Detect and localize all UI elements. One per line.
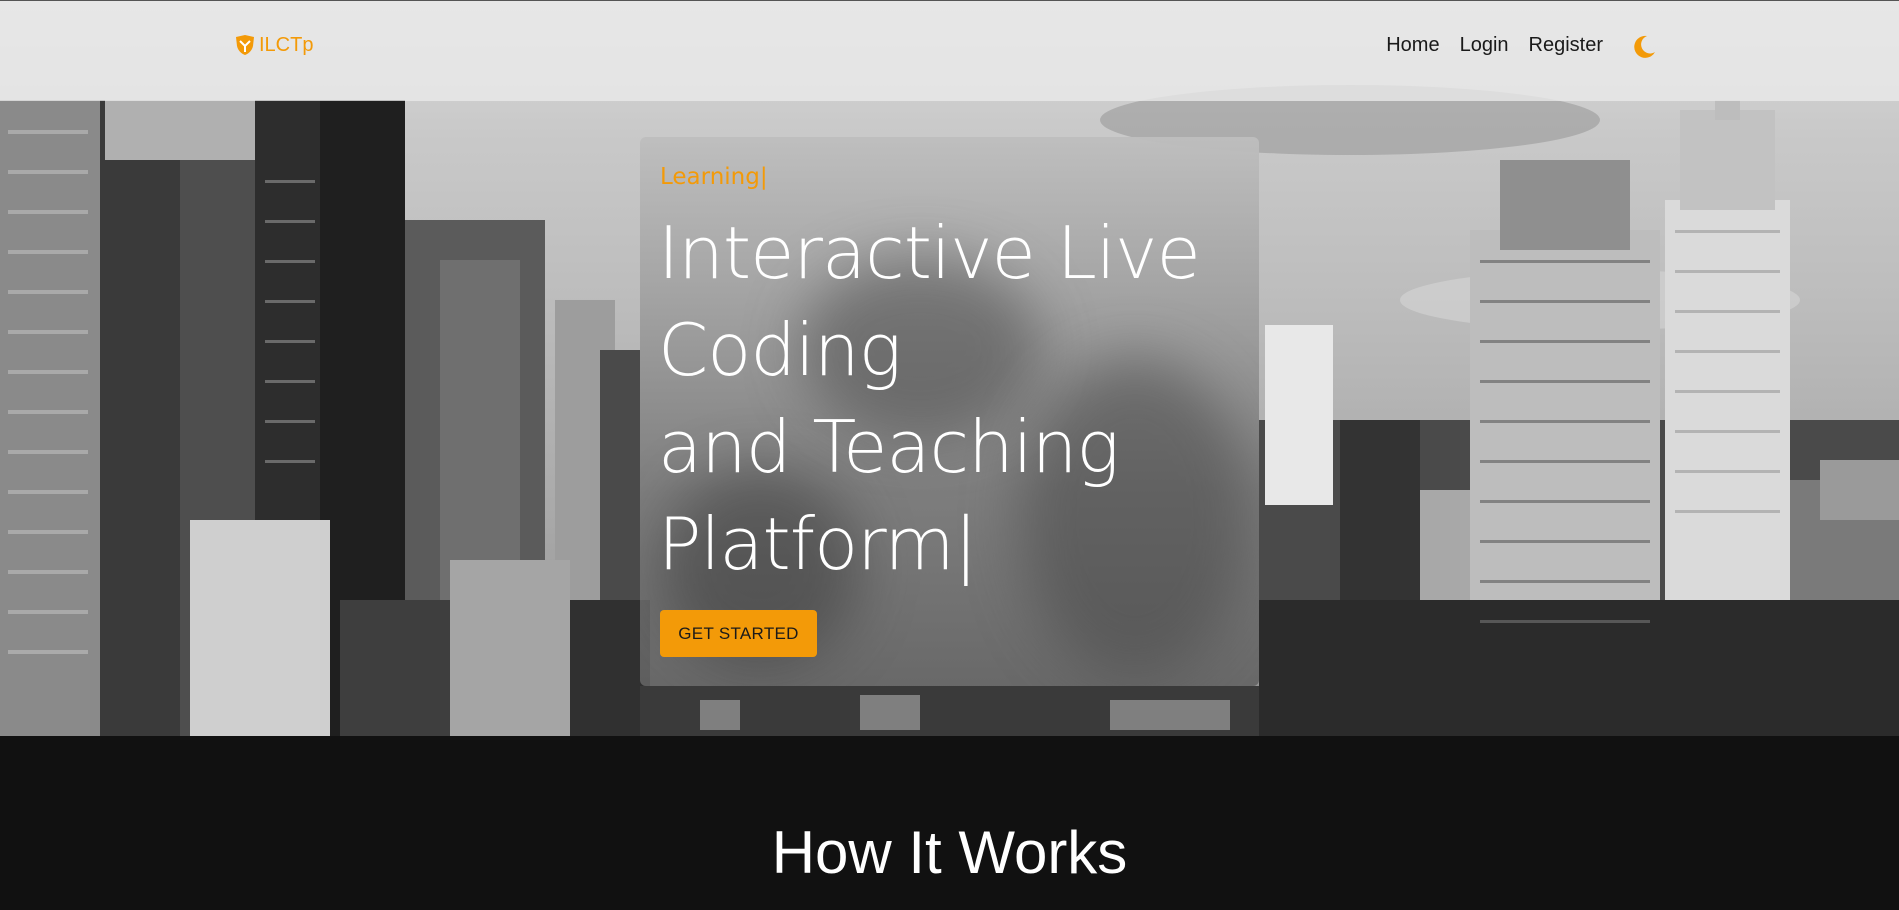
nav-links: Home Login Register bbox=[1386, 34, 1603, 57]
get-started-button[interactable]: GET STARTED bbox=[660, 610, 817, 657]
section-title: How It Works bbox=[771, 819, 1128, 886]
nav-link-login[interactable]: Login bbox=[1460, 34, 1509, 57]
nav-link-register[interactable]: Register bbox=[1529, 34, 1603, 57]
brand-logo[interactable]: ILCTp bbox=[233, 33, 313, 57]
how-it-works-section: How It Works bbox=[0, 736, 1899, 910]
brand-name: ILCTp bbox=[259, 33, 314, 56]
hero-card: Learning| Interactive Live Coding and Te… bbox=[640, 137, 1259, 686]
headline-line: and Teaching bbox=[658, 405, 1120, 489]
headline-line: Platform| bbox=[658, 502, 978, 586]
headline-line: Coding bbox=[658, 308, 902, 392]
hero-tagline: Learning| bbox=[660, 164, 768, 190]
nav-link-home[interactable]: Home bbox=[1386, 34, 1439, 57]
headline-line: Interactive Live bbox=[658, 211, 1201, 295]
moon-icon[interactable] bbox=[1630, 33, 1658, 61]
hero-headline: Interactive Live Coding and Teaching Pla… bbox=[658, 205, 1248, 593]
navbar: ILCTp Home Login Register bbox=[0, 0, 1899, 101]
logo-shield-icon bbox=[236, 35, 254, 55]
